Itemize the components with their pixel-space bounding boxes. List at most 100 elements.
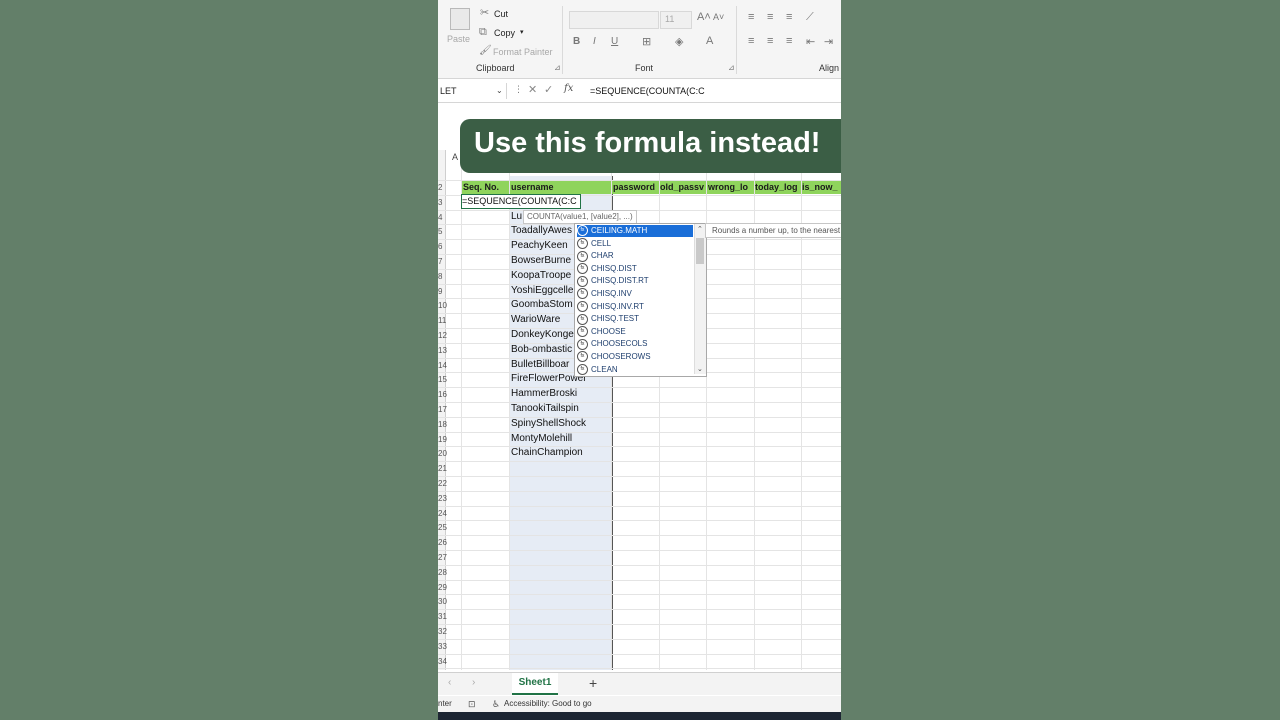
row-number[interactable]: 15 [438,375,447,384]
copy-dropdown-icon[interactable]: ▾ [520,28,524,36]
row-number[interactable]: 11 [438,316,446,325]
copy-icon[interactable]: ⧉ [479,26,487,39]
align-top-icon[interactable]: ≡ [748,11,754,23]
row-number[interactable]: 25 [438,523,447,532]
username-cell[interactable]: TanookiTailspin [511,403,579,414]
italic-button[interactable]: I [593,36,596,47]
format-painter-icon[interactable]: 🖌 [479,45,492,56]
header-cell[interactable]: today_log [755,180,801,194]
formula-input[interactable]: =SEQUENCE(COUNTA(C:C [590,83,705,99]
row-number[interactable]: 30 [438,597,447,606]
autocomplete-item[interactable]: fx CHOOSEROWS [577,351,693,363]
username-cell[interactable]: WarioWare [511,314,560,325]
username-cell[interactable]: HammerBroski [511,388,577,399]
borders-icon[interactable]: ⊞ [642,35,651,48]
paste-button[interactable]: Paste [447,34,470,44]
row-number[interactable]: 2 [438,183,442,192]
cut-button[interactable]: Cut [494,9,508,19]
row-number[interactable]: 26 [438,538,447,547]
fill-color-icon[interactable]: ◈ [675,35,683,48]
more-options-icon[interactable]: ⋮ [514,84,523,95]
align-right-icon[interactable]: ≡ [786,35,792,47]
autocomplete-item[interactable]: fx CLEAN [577,363,693,376]
row-number[interactable]: 23 [438,494,447,503]
font-name-box[interactable] [569,11,659,29]
row-number[interactable]: 19 [438,435,447,444]
username-cell[interactable]: BulletBillboar [511,359,569,370]
row-number[interactable]: 5 [438,227,442,236]
scrollbar[interactable]: ⌃ ⌄ [694,224,706,374]
macro-record-icon[interactable]: ⊡ [468,696,476,712]
autocomplete-item[interactable]: fx CHISQ.TEST [577,313,693,325]
align-left-icon[interactable]: ≡ [748,35,754,47]
row-number[interactable]: 14 [438,361,447,370]
username-cell[interactable]: Lu [511,211,522,222]
username-cell[interactable]: GoombaStom [511,299,573,310]
scroll-down-icon[interactable]: ⌄ [697,365,703,373]
shrink-font-icon[interactable]: A˅ [713,12,724,22]
row-number[interactable]: 18 [438,420,447,429]
autocomplete-item[interactable]: fx CHISQ.INV.RT [577,300,693,313]
row-number[interactable]: 16 [438,390,447,399]
username-cell[interactable]: ToadallyAwes [511,225,572,236]
decrease-indent-icon[interactable]: ⇤ [806,35,815,48]
row-number[interactable]: 10 [438,301,447,310]
accessibility-status[interactable]: Accessibility: Good to go [504,696,592,712]
header-cell[interactable]: is_now_ [802,180,841,194]
username-cell[interactable]: BowserBurne [511,255,571,266]
row-number[interactable]: 21 [438,464,447,473]
username-cell[interactable]: PeachyKeen [511,240,568,251]
orientation-icon[interactable]: ⟋ [806,11,814,24]
copy-button[interactable]: Copy [494,28,515,38]
header-cell[interactable]: wrong_lo [708,180,752,194]
bold-button[interactable]: B [573,36,580,47]
header-cell[interactable]: username [511,180,609,194]
row-number[interactable]: 7 [438,257,442,266]
username-cell[interactable]: KoopaTroope [511,270,571,281]
autocomplete-item[interactable]: fx CHISQ.INV [577,288,693,300]
autocomplete-list[interactable]: ⌃ ⌄ fx CEILING.MATH fx CELL fx CHAR fx CHISQ.DI… [574,223,707,377]
row-number[interactable]: 32 [438,627,447,636]
column-header-a[interactable]: A [452,152,458,162]
username-cell[interactable]: Bob-ombastic [511,344,572,355]
row-number[interactable]: 29 [438,583,447,592]
row-number[interactable]: 12 [438,331,447,340]
scissors-icon[interactable]: ✂ [480,6,489,19]
chevron-down-icon[interactable]: ⌄ [496,83,503,99]
add-sheet-button[interactable]: + [589,675,597,691]
increase-indent-icon[interactable]: ⇥ [824,35,833,48]
header-cell[interactable]: password [613,180,657,194]
scroll-left-icon[interactable]: ‹ [448,677,451,688]
format-painter-button[interactable]: Format Painter [493,47,553,57]
enter-check-icon[interactable]: ✓ [544,83,553,96]
clipboard-launcher-icon[interactable]: ⊿ [554,63,561,72]
username-cell[interactable]: DonkeyKonge [511,329,574,340]
row-number[interactable]: 28 [438,568,447,577]
row-number[interactable]: 8 [438,272,442,281]
username-cell[interactable]: ChainChampion [511,447,583,458]
row-number[interactable]: 6 [438,242,442,251]
scroll-thumb[interactable] [696,238,704,264]
username-cell[interactable]: SpinyShellShock [511,418,586,429]
username-cell[interactable]: MontyMolehill [511,433,572,444]
header-cell[interactable]: Seq. No. [463,180,507,194]
autocomplete-item[interactable]: fx CEILING.MATH [577,225,693,237]
font-color-icon[interactable]: A [706,35,713,47]
row-number[interactable]: 22 [438,479,447,488]
row-number[interactable]: 20 [438,449,447,458]
cancel-icon[interactable]: ✕ [528,83,537,96]
grow-font-icon[interactable]: A˄ [697,11,711,23]
autocomplete-item[interactable]: fx CHOOSECOLS [577,338,693,350]
row-number[interactable]: 24 [438,509,447,518]
align-bottom-icon[interactable]: ≡ [786,11,792,23]
accessibility-icon[interactable]: ♿ [492,696,500,712]
row-number[interactable]: 33 [438,642,447,651]
row-number[interactable]: 34 [438,657,447,666]
sheet-tab[interactable]: Sheet1 [512,673,558,695]
row-number[interactable]: 4 [438,213,442,222]
insert-function-icon[interactable]: fx [564,83,573,94]
scroll-right-icon[interactable]: › [472,677,475,688]
font-size-box[interactable]: 11 [660,11,692,29]
scroll-up-icon[interactable]: ⌃ [697,225,703,233]
autocomplete-item[interactable]: fx CHOOSE [577,326,693,338]
